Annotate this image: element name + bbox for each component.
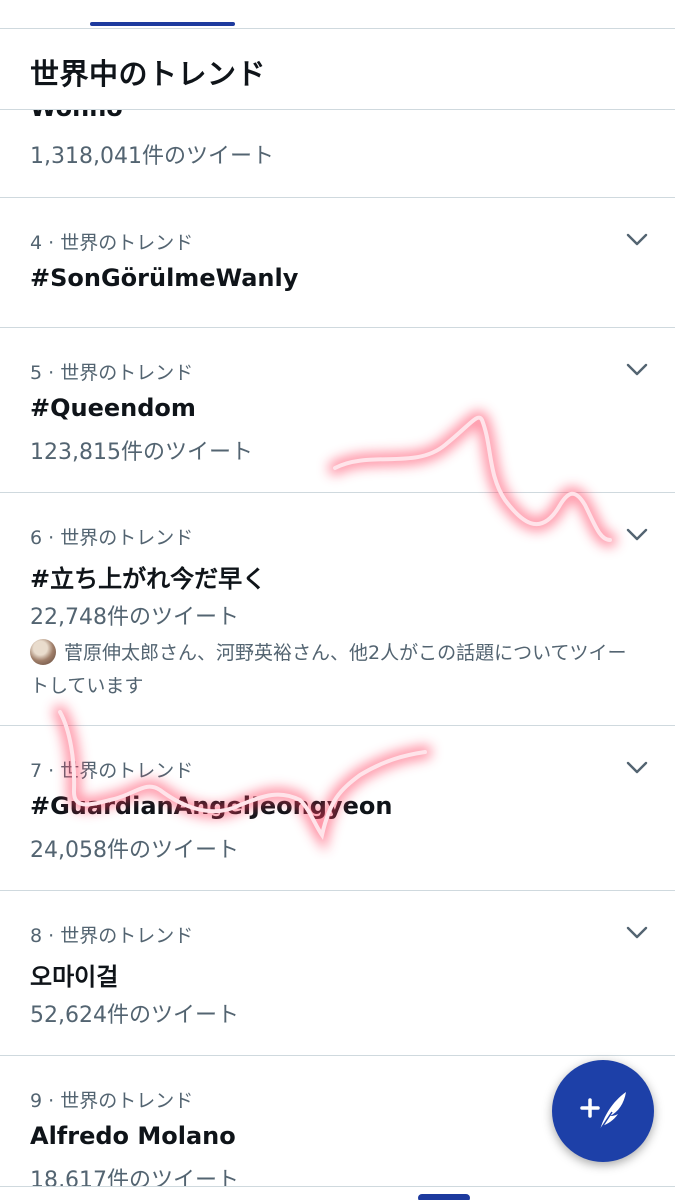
section-title: 世界中のトレンド — [30, 57, 267, 91]
bottom-nav-active-indicator — [418, 1194, 470, 1200]
trend-meta: 9 · 世界のトレンド — [30, 1090, 194, 1112]
trend-item-partial[interactable]: Wonho 1,318,041件のツイート — [0, 110, 675, 198]
trend-tweet-count: 18,617件のツイート — [30, 1168, 239, 1186]
social-context-text: 菅原伸太郎さん、河野英裕さん、他2人がこの話題についてツイートしています — [30, 642, 627, 697]
bottom-nav-divider — [0, 1186, 675, 1187]
trend-meta: 7 · 世界のトレンド — [30, 760, 194, 782]
trend-item-4[interactable]: 4 · 世界のトレンド #SonGörülmeWanly — [0, 198, 675, 328]
active-tab-indicator — [90, 22, 235, 26]
trend-name: #Queendom — [30, 394, 196, 422]
trend-name: #立ち上がれ今だ早く — [30, 565, 267, 593]
avatar — [30, 639, 56, 665]
trend-item-6[interactable]: 6 · 世界のトレンド #立ち上がれ今だ早く 22,748件のツイート 菅原伸太… — [0, 493, 675, 726]
trend-tweet-count: 22,748件のツイート — [30, 605, 239, 630]
trend-item-5[interactable]: 5 · 世界のトレンド #Queendom 123,815件のツイート — [0, 328, 675, 493]
trend-tweet-count: 1,318,041件のツイート — [30, 144, 274, 169]
trend-tweet-count: 24,058件のツイート — [30, 838, 239, 863]
trend-name: #SonGörülmeWanly — [30, 264, 299, 292]
chevron-down-icon[interactable] — [625, 527, 649, 543]
trend-tweet-count: 52,624件のツイート — [30, 1003, 239, 1028]
trend-meta: 5 · 世界のトレンド — [30, 362, 194, 384]
trend-tweet-count: 123,815件のツイート — [30, 440, 253, 465]
trend-item-7[interactable]: 7 · 世界のトレンド #GuardianAngelJeongyeon 24,0… — [0, 726, 675, 891]
trend-meta: 4 · 世界のトレンド — [30, 232, 194, 254]
chevron-down-icon[interactable] — [625, 925, 649, 941]
trend-meta: 8 · 世界のトレンド — [30, 925, 194, 947]
chevron-down-icon[interactable] — [625, 232, 649, 248]
trend-meta: 6 · 世界のトレンド — [30, 527, 194, 549]
section-header: 世界中のトレンド — [0, 29, 675, 110]
trend-social-context: 菅原伸太郎さん、河野英裕さん、他2人がこの話題についてツイートしています — [30, 637, 630, 703]
compose-tweet-button[interactable] — [552, 1060, 654, 1162]
compose-tweet-icon — [580, 1092, 626, 1131]
trend-name: #GuardianAngelJeongyeon — [30, 792, 393, 820]
chevron-down-icon[interactable] — [625, 362, 649, 378]
chevron-down-icon[interactable] — [625, 760, 649, 776]
trend-item-8[interactable]: 8 · 世界のトレンド 오마이걸 52,624件のツイート — [0, 891, 675, 1056]
trend-name: 오마이걸 — [30, 963, 119, 991]
trend-name: Alfredo Molano — [30, 1122, 236, 1150]
trend-name: Wonho — [30, 110, 123, 122]
